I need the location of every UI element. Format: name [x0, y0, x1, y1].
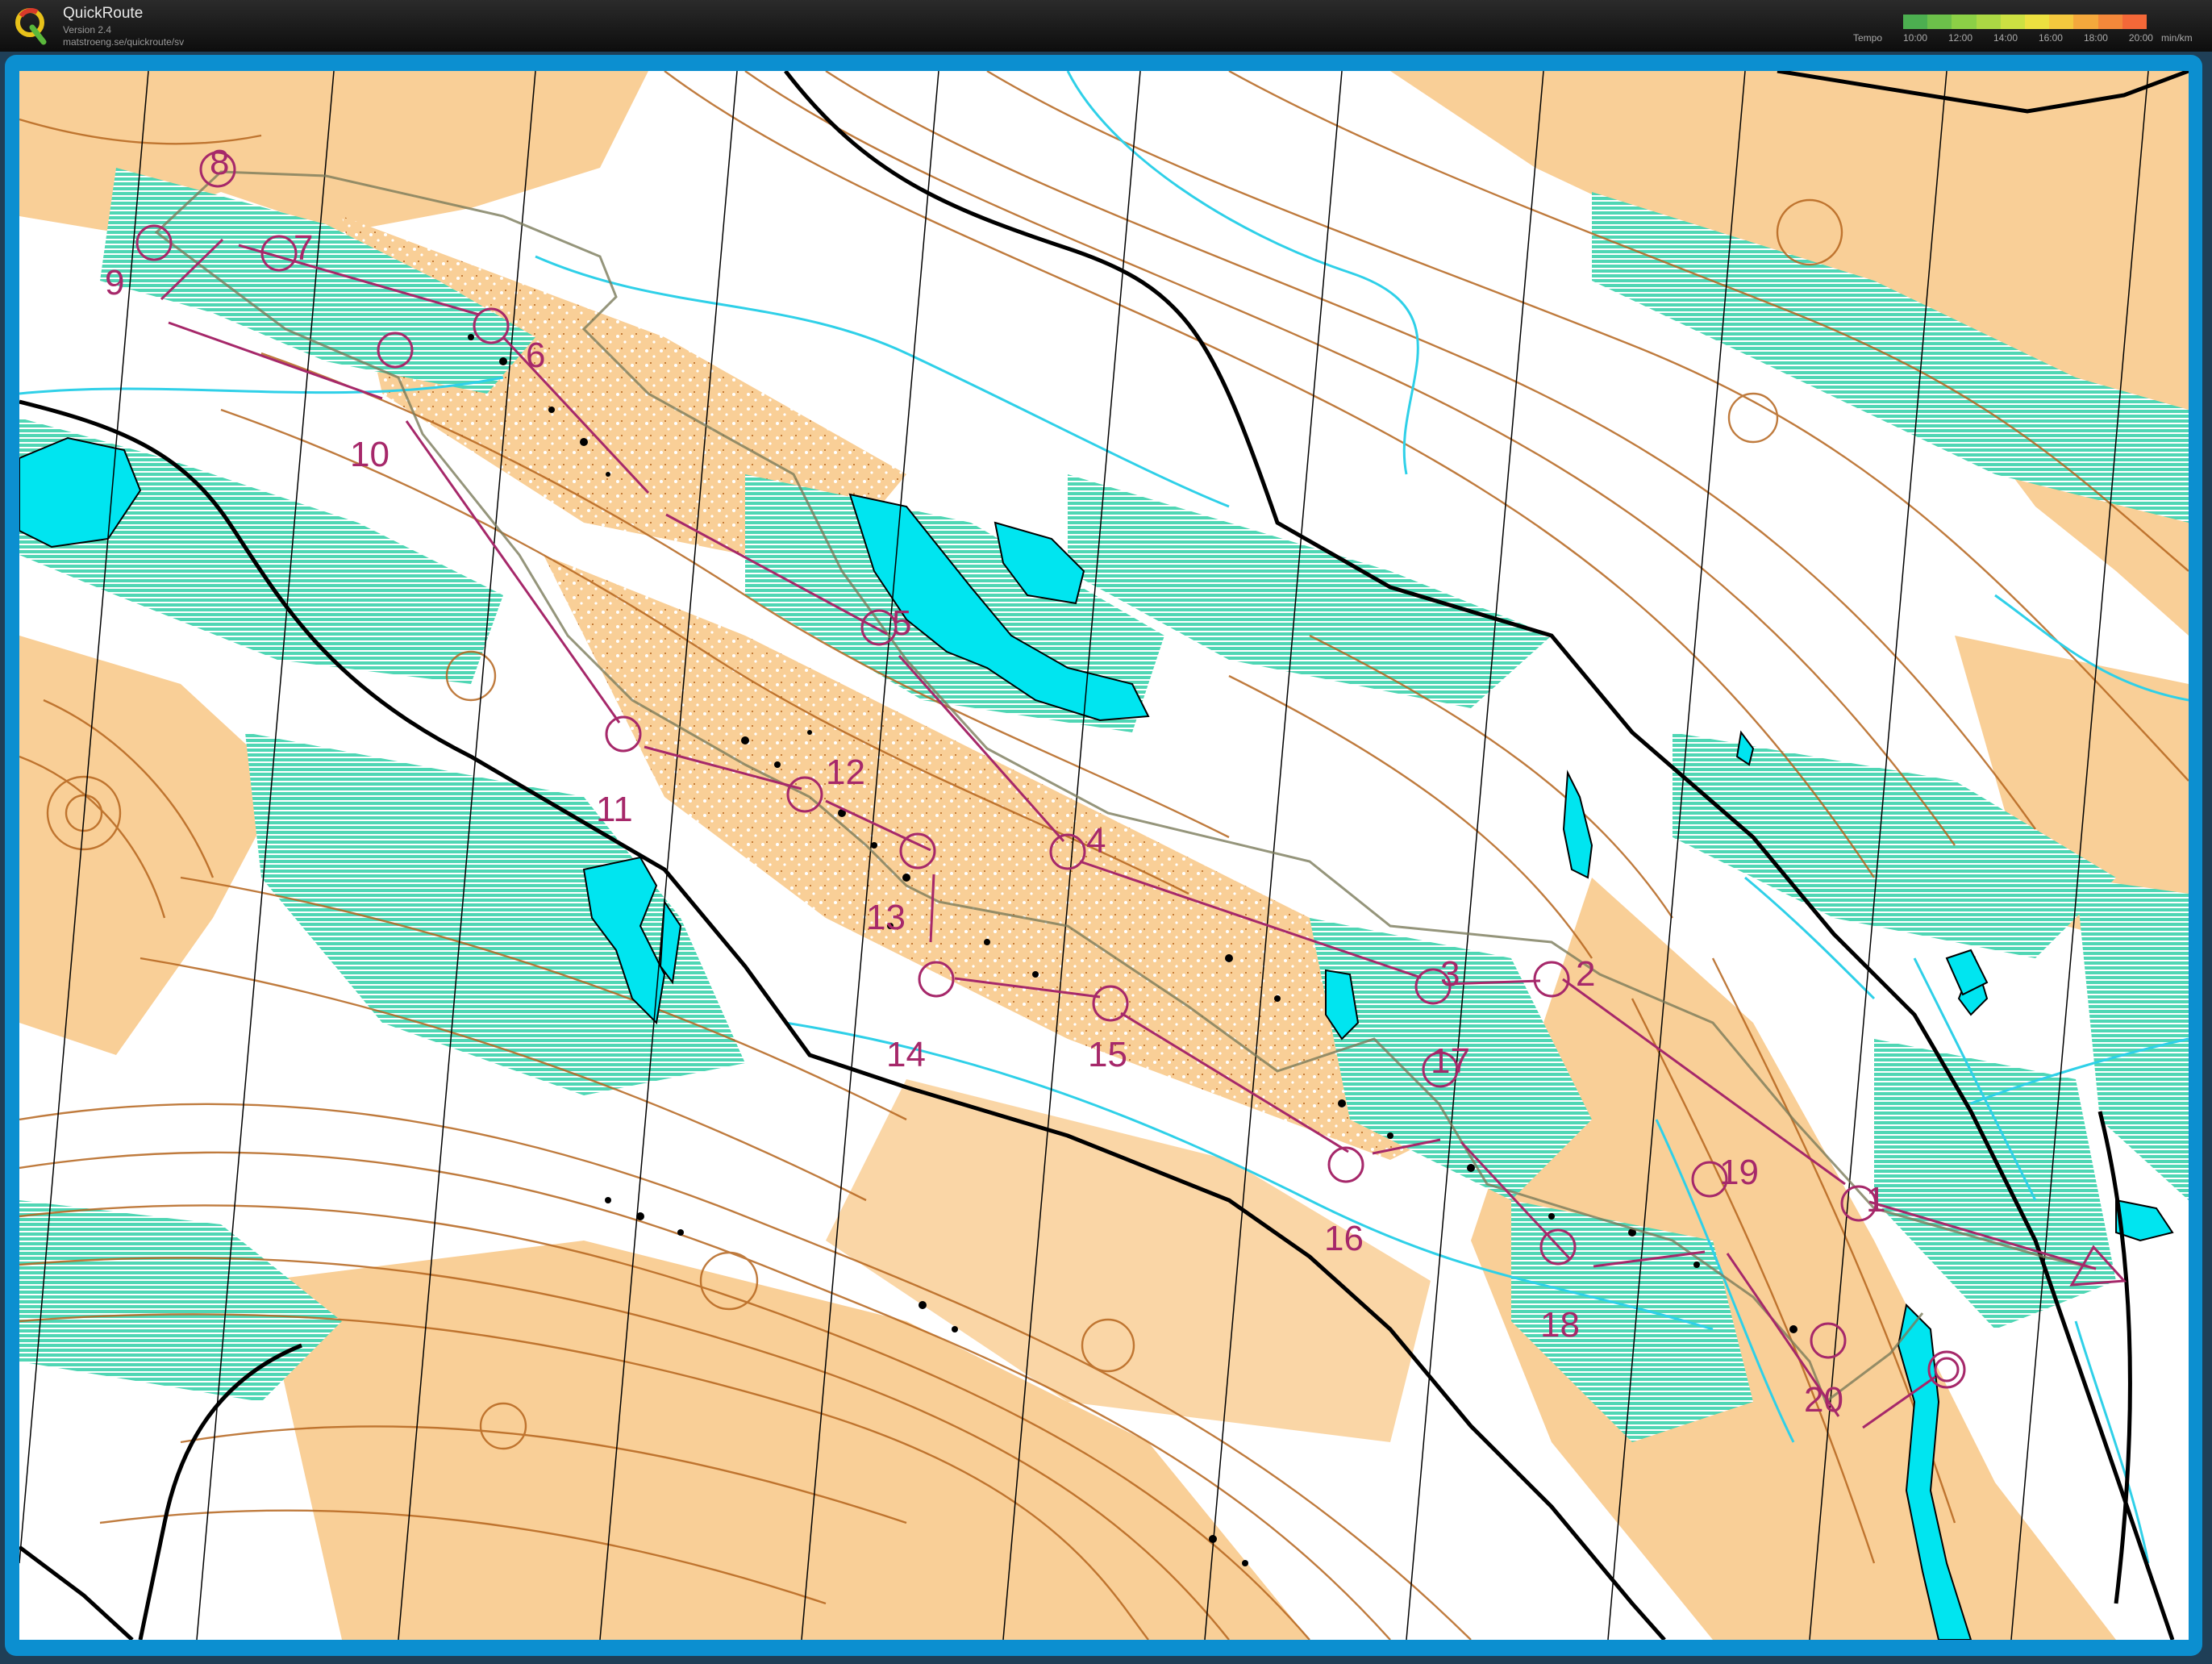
- orienteering-map[interactable]: 1 2 3 4 5 6 7 8 9 10 11 12 13 14 15 16 17 18 19 20: [19, 71, 2189, 1640]
- tempo-tick: 12:00: [1947, 32, 1973, 44]
- quickroute-logo-icon: [15, 8, 47, 45]
- control-label-16: 16: [1324, 1219, 1364, 1258]
- app-url[interactable]: matstroeng.se/quickroute/sv: [63, 36, 184, 48]
- app-title: QuickRoute: [63, 5, 144, 22]
- control-label-14: 14: [886, 1035, 926, 1074]
- control-label-1: 1: [1866, 1180, 1885, 1220]
- tempo-color-swatch: [1976, 15, 2001, 29]
- control-label-8: 8: [210, 143, 229, 182]
- tempo-color-swatch: [2097, 15, 2122, 29]
- control-label-19: 19: [1719, 1153, 1759, 1192]
- control-circle-16: [1327, 1146, 1364, 1183]
- control-label-17: 17: [1431, 1041, 1470, 1081]
- tempo-color-scale: [1903, 15, 2147, 29]
- app-version: Version 2.4: [63, 24, 112, 35]
- control-label-10: 10: [350, 435, 389, 474]
- tempo-label: Tempo: [1853, 32, 1883, 44]
- control-label-11: 11: [596, 790, 633, 829]
- tempo-tick: 20:00: [2128, 32, 2153, 44]
- tempo-ticks: 10:00 12:00 14:00 16:00 18:00 20:00: [1903, 32, 2153, 44]
- control-label-6: 6: [526, 336, 545, 375]
- tempo-color-swatch: [2000, 15, 2026, 29]
- control-label-2: 2: [1576, 954, 1595, 994]
- tempo-color-swatch: [2073, 15, 2098, 29]
- control-label-9: 9: [105, 263, 124, 302]
- tempo-tick: 18:00: [2083, 32, 2108, 44]
- tempo-unit: min/km: [2161, 32, 2193, 44]
- title-bar: QuickRoute Version 2.4 matstroeng.se/qui…: [0, 0, 2212, 52]
- map-canvas[interactable]: 1234567891011121314 151617181920: [19, 71, 2189, 1640]
- tempo-color-swatch: [2122, 15, 2147, 29]
- control-label-18: 18: [1540, 1305, 1580, 1345]
- control-label-20: 20: [1804, 1380, 1843, 1420]
- finish-circles-icon: [1927, 1350, 1966, 1389]
- tempo-color-swatch: [1903, 15, 1928, 29]
- tempo-color-swatch: [2049, 15, 2074, 29]
- tempo-tick: 10:00: [1903, 32, 1928, 44]
- tempo-color-swatch: [2025, 15, 2050, 29]
- tempo-legend: Tempo 10:00 12:00 14:00 16:00 18:00 20:0…: [1847, 8, 2193, 45]
- tempo-tick: 14:00: [1993, 32, 2018, 44]
- control-label-13: 13: [866, 898, 906, 937]
- tempo-color-swatch: [1927, 15, 1952, 29]
- tempo-tick: 16:00: [2038, 32, 2063, 44]
- control-label-3: 3: [1440, 954, 1460, 994]
- control-label-7: 7: [294, 228, 313, 268]
- control-label-5: 5: [892, 603, 911, 643]
- control-label-12: 12: [826, 753, 865, 792]
- control-label-4: 4: [1086, 821, 1106, 861]
- control-label-15: 15: [1088, 1035, 1127, 1074]
- tempo-color-swatch: [1952, 15, 1977, 29]
